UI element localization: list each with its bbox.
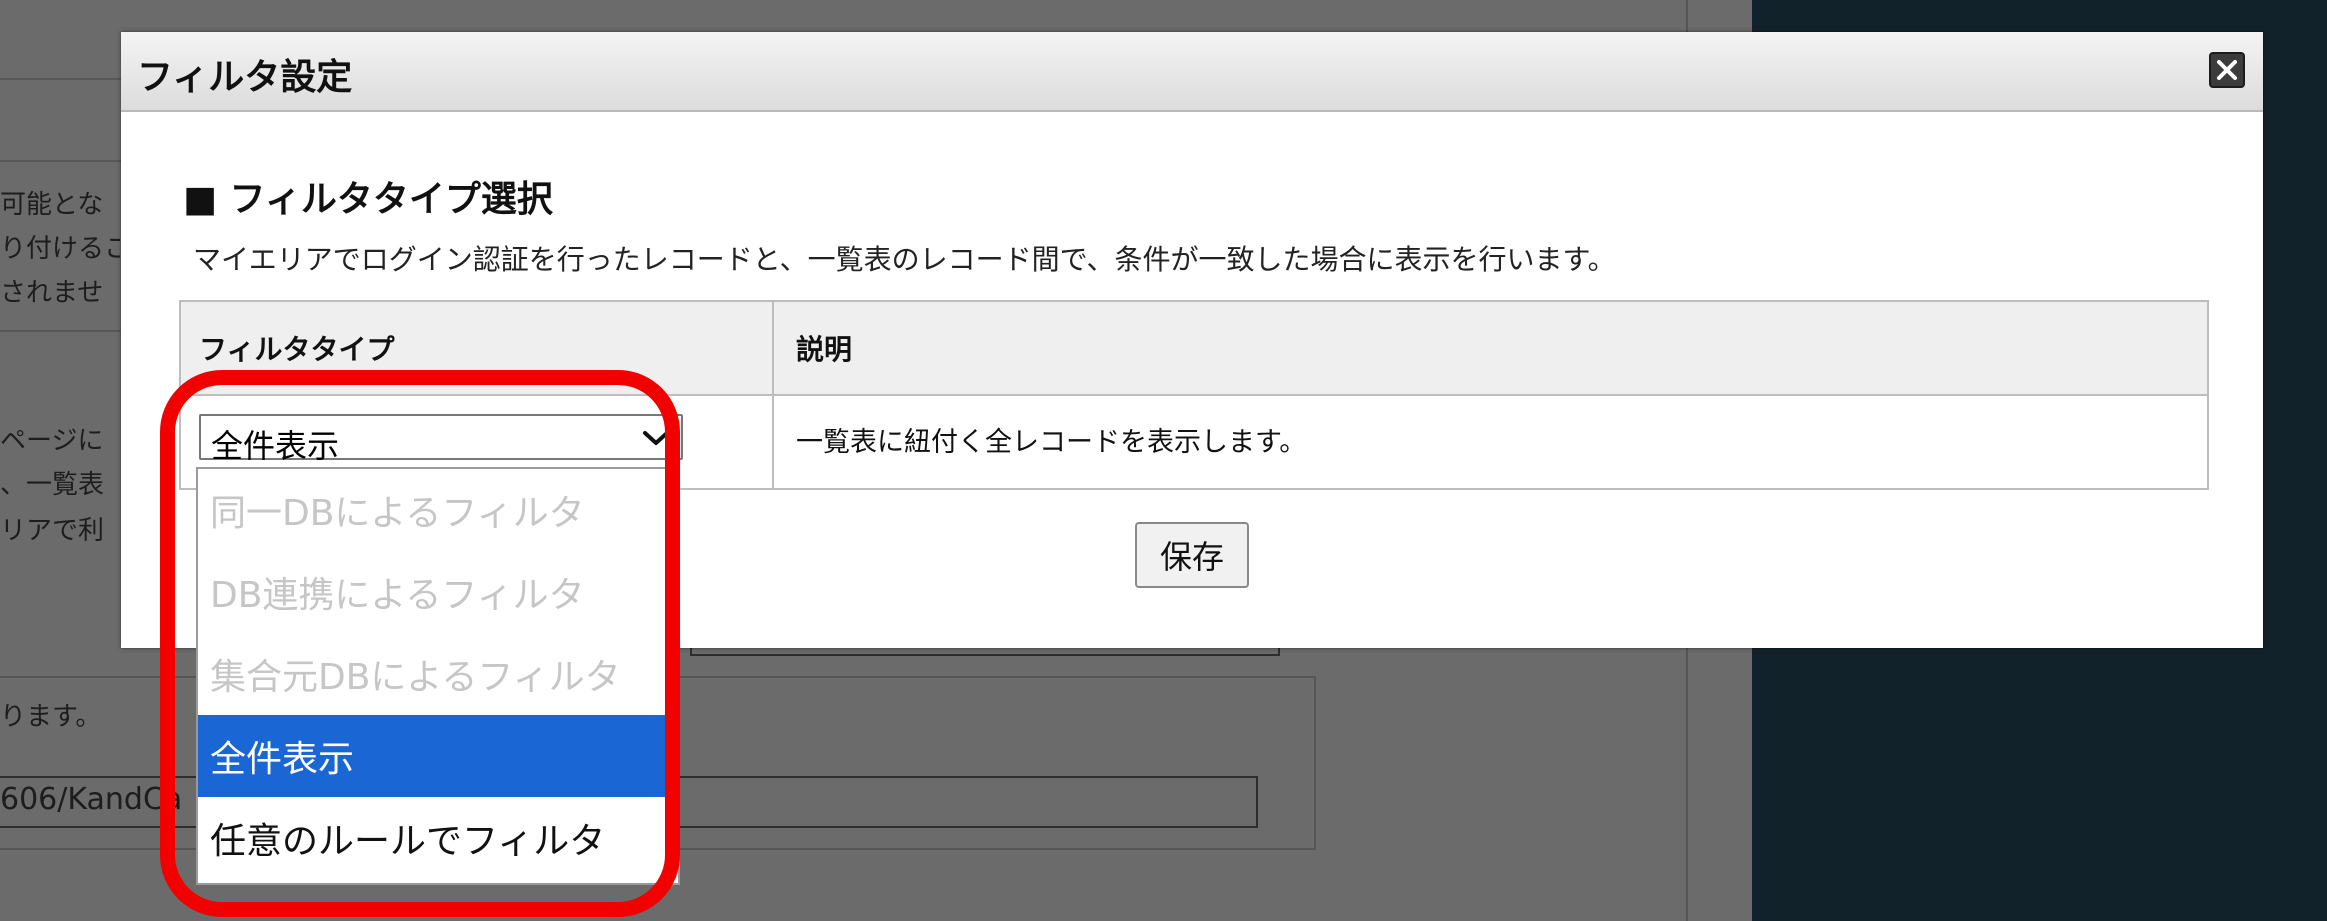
background-text: り付けるこ (0, 234, 120, 264)
background-text: リアで利 (0, 516, 105, 546)
dropdown-option-source-db: 集合元DBによるフィルタ (210, 657, 621, 698)
background-text: ります。 (0, 702, 102, 732)
chevron-down-icon (643, 431, 669, 445)
background-url-text: 606/KandCa (0, 782, 183, 817)
table-header-row: フィルタタイプ 説明 (181, 302, 2207, 396)
background-text: 可能とな (0, 190, 104, 220)
filter-type-table: フィルタタイプ 説明 全件表示 一覧表に紐付く全レコードを表示します。 (179, 300, 2209, 490)
dialog-title: フィルタ設定 (137, 57, 353, 98)
filter-type-select[interactable]: 全件表示 (199, 414, 683, 465)
save-button[interactable]: 保存 (1135, 522, 1249, 588)
background-text: 、一覧表 (0, 470, 105, 500)
dropdown-option-same-db: 同一DBによるフィルタ (210, 493, 585, 534)
select-current-value: 全件表示 (211, 427, 340, 465)
dropdown-option-db-link: DB連携によるフィルタ (210, 575, 585, 616)
dropdown-option-custom-rule[interactable]: 任意のルールでフィルタ (198, 797, 678, 879)
close-button[interactable] (2209, 52, 2245, 88)
dropdown-option-show-all[interactable]: 全件表示 (198, 715, 678, 797)
filter-type-dropdown-list: 同一DBによるフィルタ DB連携によるフィルタ 集合元DBによるフィルタ 全件表… (196, 467, 680, 885)
screen: 可能とな り付けるこ されませ ページに 、一覧表 リアで利 ります。 606/… (0, 0, 2327, 921)
column-divider (772, 302, 774, 488)
header-description: 説明 (796, 333, 853, 366)
header-filter-type: フィルタタイプ (199, 333, 395, 366)
close-icon (2217, 60, 2237, 80)
background-text: されませ (0, 278, 104, 308)
background-text: ページに (0, 426, 104, 456)
dialog-header: フィルタ設定 (121, 32, 2263, 112)
section-heading: ■ フィルタタイプ選択 (183, 179, 553, 220)
section-description: マイエリアでログイン認証を行ったレコードと、一覧表のレコード間で、条件が一致した… (193, 243, 1616, 276)
filter-description-cell: 一覧表に紐付く全レコードを表示します。 (796, 427, 1307, 458)
